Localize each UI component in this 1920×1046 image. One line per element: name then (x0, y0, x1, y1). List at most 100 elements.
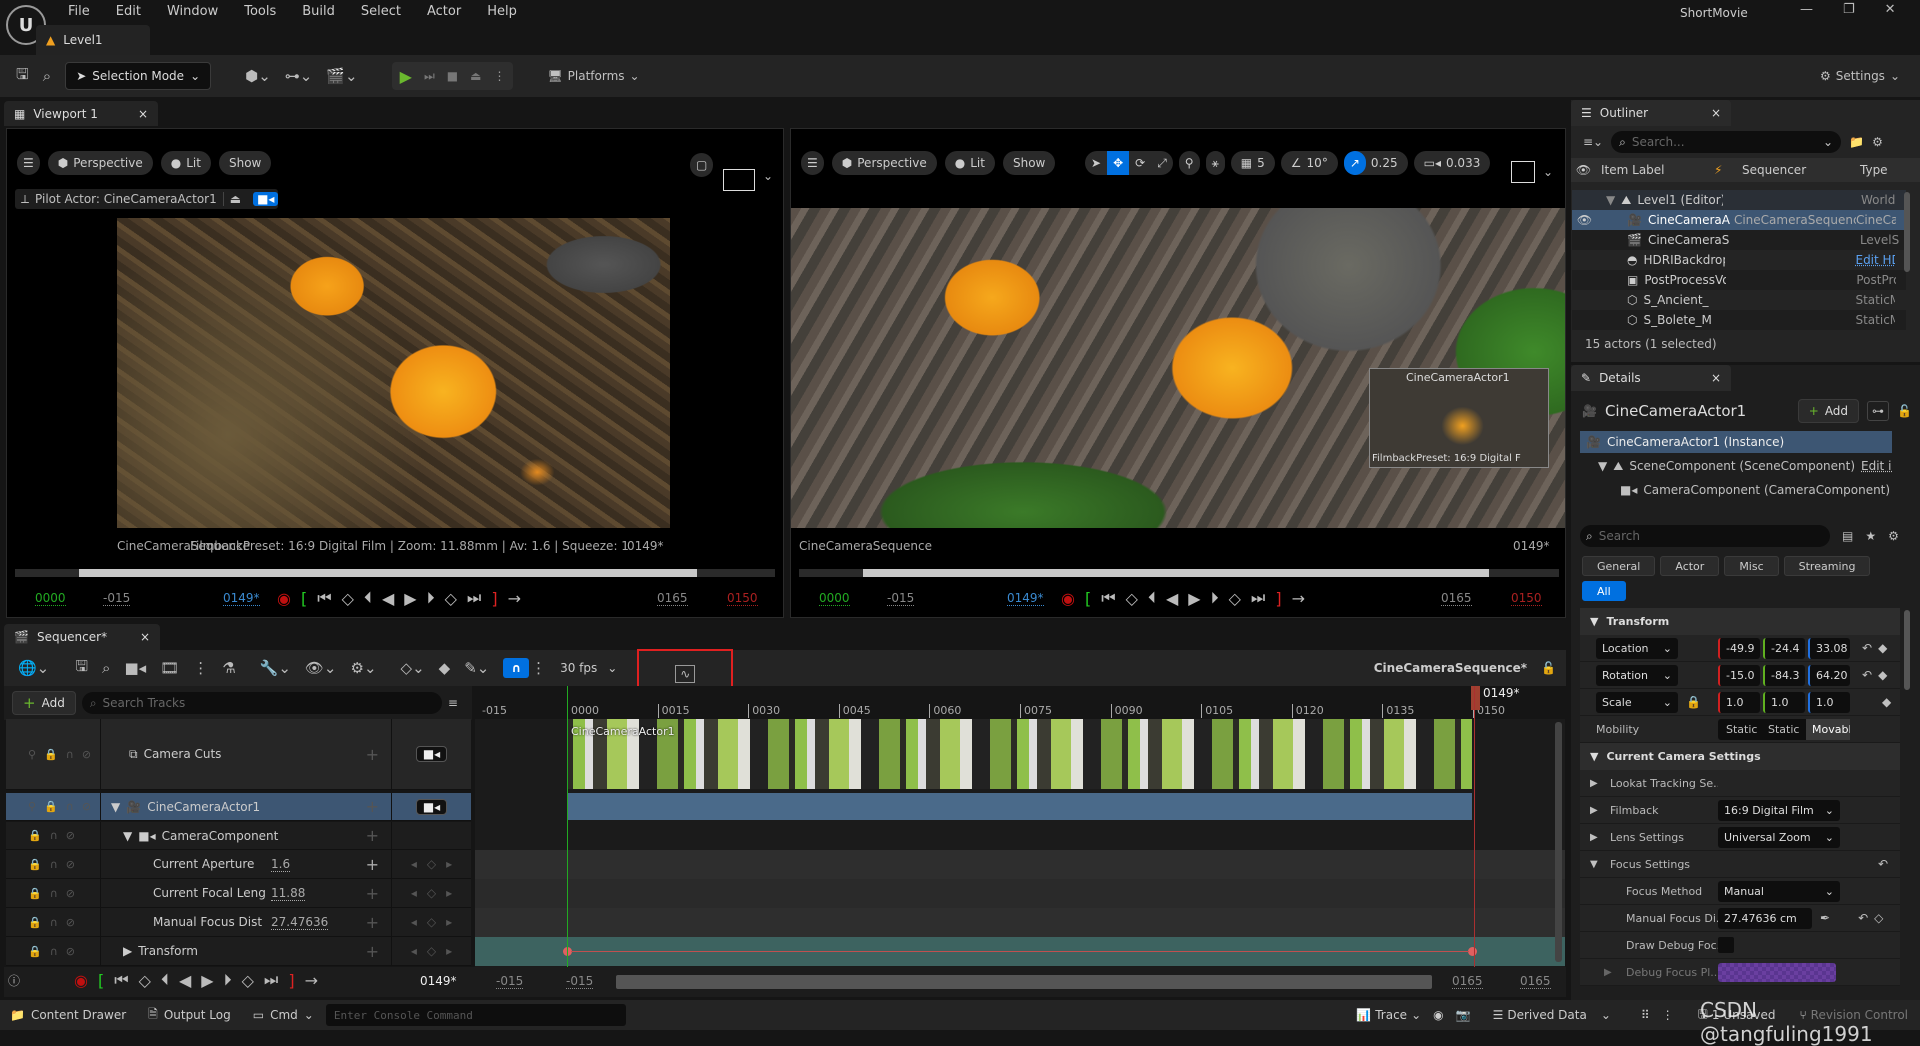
component-camera[interactable]: ■◂ CameraComponent (CameraComponent) (1580, 479, 1892, 501)
mobility-movable[interactable]: Movable (1806, 718, 1850, 740)
headphones-icon[interactable]: ∩ (66, 800, 74, 813)
prev-key-icon[interactable]: ◂ (411, 857, 417, 871)
record-icon[interactable]: ◉ (74, 971, 88, 990)
expand-arrow-icon[interactable]: ▼ (111, 800, 120, 814)
viewport-left[interactable]: ☰ ⬢ Perspective ● Lit Show ▢ ⌄ ⟂ Pilot Acto… (6, 128, 784, 618)
expand-arrow-icon[interactable]: ▶ (123, 944, 132, 958)
add-key-diamond-icon[interactable]: ◇ (427, 857, 436, 871)
lock-icon[interactable]: 🔒 (28, 916, 42, 929)
scale-dropdown[interactable]: Scale ⌄ (1596, 691, 1678, 713)
minimize-icon[interactable]: — (1800, 2, 1813, 17)
menu-select[interactable]: Select (361, 4, 401, 19)
settings-button[interactable]: ⚙ Settings ⌄ (1820, 69, 1900, 83)
cinematics-icon[interactable]: 🎬⌄ (326, 67, 357, 85)
loop-icon[interactable]: → (305, 971, 318, 990)
filter-icon[interactable]: ≡⌄ (1583, 135, 1603, 149)
source-control-icon[interactable]: ⠿ (1641, 1008, 1650, 1022)
prev-key-icon[interactable]: ◇ (342, 589, 354, 608)
add-key-diamond-icon[interactable]: ◇ (427, 915, 436, 929)
expand-arrow-icon[interactable]: ▼ (1572, 193, 1615, 207)
rotation-x[interactable]: -15.0 (1718, 664, 1760, 686)
table-view-icon[interactable]: ▤ (1842, 529, 1853, 543)
step-back-icon[interactable]: ⏴ (364, 588, 372, 608)
prev-key-icon[interactable]: ◂ (411, 886, 417, 900)
headphones-icon[interactable]: ∩ (50, 945, 58, 958)
camera-speed-button[interactable]: ▭◂ 0.033 (1413, 151, 1491, 175)
actor-section-bar[interactable] (567, 793, 1472, 820)
view-range-start[interactable]: -015 (496, 974, 524, 989)
rotation-y[interactable]: -84.3 (1763, 664, 1805, 686)
coord-space-button[interactable]: ⚲ (1178, 151, 1200, 175)
timeline-scrollbar[interactable] (1555, 722, 1562, 962)
expand-arrow-icon[interactable]: ▼ (123, 829, 132, 843)
track-value[interactable]: 27.47636 (271, 915, 329, 930)
lens-dropdown[interactable]: Universal Zoom ⌄ (1718, 826, 1840, 848)
camera-cut-section[interactable]: CineCameraActor1 (567, 719, 1472, 789)
derived-data-dropdown[interactable]: ☰ Derived Data ⌄ (1493, 1008, 1611, 1022)
transform-section[interactable] (475, 937, 1565, 966)
view-range-end[interactable]: 0165 (1520, 974, 1551, 989)
working-range-start[interactable]: -015 (566, 974, 594, 989)
lock-icon[interactable]: 🔒 (44, 748, 58, 761)
expand-arrow-icon[interactable]: ▶ (1590, 805, 1598, 816)
location-x[interactable]: -49.9 (1718, 637, 1760, 659)
add-key-icon[interactable]: + (366, 826, 379, 845)
start-frame[interactable]: 0000 (35, 591, 66, 606)
column-item-label[interactable]: Item Label (1596, 163, 1714, 177)
viewport-tab[interactable]: ▦ Viewport 1 × (4, 101, 158, 126)
more-icon[interactable]: ⋮ (193, 659, 208, 677)
viewport-right[interactable]: ☰ ⬢ Perspective ● Lit Show ➤ ✥ ⟳ ⤢ ⚲ ⚹ ▦ 5 ∠ 10… (790, 128, 1566, 618)
gear-icon[interactable]: ⚙ (1872, 135, 1883, 149)
outliner-scrollbar[interactable] (1904, 192, 1910, 272)
collapse-arrow-icon[interactable]: ▼ (1590, 859, 1598, 870)
track-camera-cuts[interactable]: ⚲ 🔒 ∩ ⊘ ⧉ Camera Cuts + ■◂ (6, 719, 471, 790)
edit-icon[interactable]: ✎⌄ (464, 659, 489, 677)
view-start-frame[interactable]: -015 (887, 591, 915, 606)
cmd-dropdown[interactable]: ▭ Cmd ⌄ (253, 1008, 314, 1022)
menu-tools[interactable]: Tools (244, 4, 276, 19)
timeline-area[interactable]: -015 0000 0015 0030 0045 0060 0075 0090 0105 0120… (475, 686, 1565, 967)
next-key-icon[interactable]: ◇ (242, 971, 254, 990)
expand-arrow-icon[interactable]: ▶ (1604, 967, 1612, 978)
track-current-aperture[interactable]: 🔒 ∩ ⊘ Current Aperture 1.6 + ◂ ◇ ▸ (6, 850, 471, 879)
wrench-icon[interactable]: 🔧⌄ (260, 659, 291, 677)
headphones-icon[interactable]: ∩ (50, 887, 58, 900)
outliner-tab[interactable]: ☰ Outliner × (1571, 100, 1731, 126)
step-back-icon[interactable]: ⏴ (1148, 588, 1156, 608)
browse-icon[interactable]: ⌕ (43, 67, 51, 85)
prev-key-icon[interactable]: ◂ (411, 915, 417, 929)
track-manual-focus-distance[interactable]: 🔒 ∩ ⊘ Manual Focus Dist 27.47636 + ◂ ◇ ▸ (6, 908, 471, 937)
add-key-icon[interactable]: + (366, 797, 379, 816)
outliner-row[interactable]: ▣ PostProcessVolume PostProcessVolume (1572, 270, 1906, 290)
time-ruler[interactable]: -015 0000 0015 0030 0045 0060 0075 0090 0105 0120… (475, 686, 1565, 719)
keyframe-icon[interactable]: ◆ (1882, 695, 1891, 709)
outliner-row[interactable]: 🎬 CineCameraSequence LevelSequenceActor (1572, 230, 1906, 250)
add-key-diamond-icon[interactable]: ◇ (427, 944, 436, 958)
next-key-icon[interactable]: ▸ (446, 944, 452, 958)
keyframe-icon[interactable]: ◆ (1878, 668, 1887, 682)
world-icon[interactable]: 🌐⌄ (18, 659, 49, 677)
draw-debug-checkbox[interactable] (1718, 937, 1734, 953)
outliner-row[interactable]: ▼ ⛰ Level1 (Editor) World (1572, 190, 1906, 210)
end-frame[interactable]: 0150 (1511, 591, 1542, 606)
location-z[interactable]: 33.08 (1808, 637, 1850, 659)
column-sequencer[interactable]: Sequencer (1736, 163, 1854, 177)
jump-start-icon[interactable]: ⏮ (114, 970, 128, 990)
stop-icon[interactable]: ■ (447, 69, 458, 83)
add-track-button[interactable]: + Add (12, 691, 76, 715)
set-start-icon[interactable]: [ (301, 589, 307, 608)
jump-start-icon[interactable]: ⏮ (317, 588, 331, 608)
play-reverse-icon[interactable]: ◀ (179, 971, 191, 990)
playhead-handle[interactable] (1471, 686, 1480, 710)
keyframe-icon[interactable]: ◆ (1878, 641, 1887, 655)
mute-icon[interactable]: ⊘ (66, 916, 75, 929)
lock-icon[interactable]: 🔒 (1686, 695, 1701, 709)
save-sequence-icon[interactable]: 🖫 (75, 656, 88, 681)
info-icon[interactable]: ⓘ (8, 972, 20, 989)
camera-create-icon[interactable]: ■◂ (124, 659, 146, 677)
camera-icon[interactable]: ■◂ (253, 192, 279, 206)
menu-build[interactable]: Build (302, 4, 335, 19)
view-start-frame[interactable]: -015 (103, 591, 131, 606)
scrub-bar[interactable] (15, 569, 775, 577)
headphones-icon[interactable]: ∩ (50, 829, 58, 842)
